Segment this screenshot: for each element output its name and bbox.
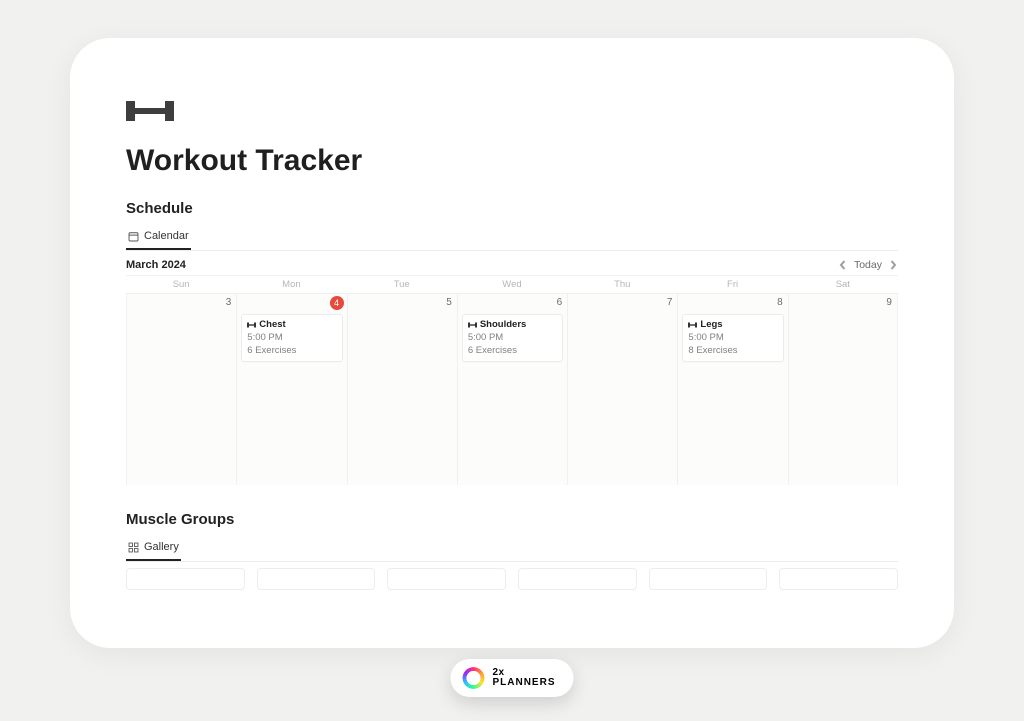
calendar-header: March 2024 Today: [126, 255, 898, 273]
day-header: Fri: [677, 276, 787, 293]
date-number: 6: [557, 297, 563, 308]
event-meta: 6 Exercises: [468, 345, 557, 356]
prev-button[interactable]: [838, 260, 848, 270]
calendar-day-headers: Sun Mon Tue Wed Thu Fri Sat: [126, 275, 898, 293]
muscle-groups-heading: Muscle Groups: [126, 511, 898, 528]
brand-badge[interactable]: 2x PLANNERS: [450, 659, 573, 697]
gallery-card[interactable]: [649, 568, 768, 590]
day-header: Wed: [457, 276, 567, 293]
date-number: 7: [667, 297, 673, 308]
dumbbell-icon: [247, 322, 256, 328]
calendar-cell[interactable]: 4 Chest 5:00 PM 6 Exercises: [236, 293, 346, 485]
schedule-heading: Schedule: [126, 200, 898, 217]
calendar-nav: Today: [838, 259, 898, 271]
schedule-view-tabs: Calendar: [126, 227, 898, 251]
day-header: Sat: [788, 276, 898, 293]
date-number: 9: [886, 297, 892, 308]
tab-gallery[interactable]: Gallery: [126, 538, 181, 561]
gallery-card[interactable]: [518, 568, 637, 590]
brand-ring-icon: [462, 667, 484, 689]
gallery-card[interactable]: [257, 568, 376, 590]
dumbbell-icon: [468, 322, 477, 328]
date-number: 8: [777, 297, 783, 308]
event-title-text: Legs: [700, 319, 722, 330]
date-number: 3: [226, 297, 232, 308]
month-label: March 2024: [126, 259, 186, 271]
event-title: Legs: [688, 319, 777, 330]
event-time: 5:00 PM: [247, 332, 336, 343]
day-header: Tue: [347, 276, 457, 293]
gallery-card[interactable]: [779, 568, 898, 590]
date-number: 5: [446, 297, 452, 308]
today-button[interactable]: Today: [854, 259, 882, 271]
gallery-row: [126, 568, 898, 590]
event-card[interactable]: Shoulders 5:00 PM 6 Exercises: [462, 314, 563, 362]
event-card[interactable]: Legs 5:00 PM 8 Exercises: [682, 314, 783, 362]
next-button[interactable]: [888, 260, 898, 270]
tab-calendar-label: Calendar: [144, 230, 189, 242]
page-title: Workout Tracker: [126, 144, 898, 178]
event-time: 5:00 PM: [688, 332, 777, 343]
event-title-text: Shoulders: [480, 319, 526, 330]
calendar-cell[interactable]: 7: [567, 293, 677, 485]
day-header: Mon: [236, 276, 346, 293]
event-time: 5:00 PM: [468, 332, 557, 343]
app-window: Workout Tracker Schedule Calendar March …: [70, 38, 954, 648]
event-title-text: Chest: [259, 319, 285, 330]
tab-gallery-label: Gallery: [144, 541, 179, 553]
dumbbell-icon: [126, 98, 174, 124]
dumbbell-icon: [688, 322, 697, 328]
event-meta: 8 Exercises: [688, 345, 777, 356]
brand-text: 2x PLANNERS: [492, 668, 555, 688]
gallery-card[interactable]: [126, 568, 245, 590]
calendar-grid: 3 4 Chest 5:00 PM 6 Exercises 5 6 Should…: [126, 293, 898, 485]
event-title: Chest: [247, 319, 336, 330]
muscle-groups-view-tabs: Gallery: [126, 538, 898, 562]
calendar-cell[interactable]: 9: [788, 293, 898, 485]
calendar-cell[interactable]: 6 Shoulders 5:00 PM 6 Exercises: [457, 293, 567, 485]
brand-line2: PLANNERS: [492, 678, 555, 688]
gallery-icon: [128, 542, 139, 553]
tab-calendar[interactable]: Calendar: [126, 227, 191, 250]
day-header: Thu: [567, 276, 677, 293]
calendar-cell[interactable]: 5: [347, 293, 457, 485]
event-title: Shoulders: [468, 319, 557, 330]
gallery-card[interactable]: [387, 568, 506, 590]
calendar-cell[interactable]: 8 Legs 5:00 PM 8 Exercises: [677, 293, 787, 485]
event-card[interactable]: Chest 5:00 PM 6 Exercises: [241, 314, 342, 362]
calendar-icon: [128, 231, 139, 242]
calendar-cell[interactable]: 3: [126, 293, 236, 485]
day-header: Sun: [126, 276, 236, 293]
today-badge: 4: [330, 296, 344, 310]
event-meta: 6 Exercises: [247, 345, 336, 356]
